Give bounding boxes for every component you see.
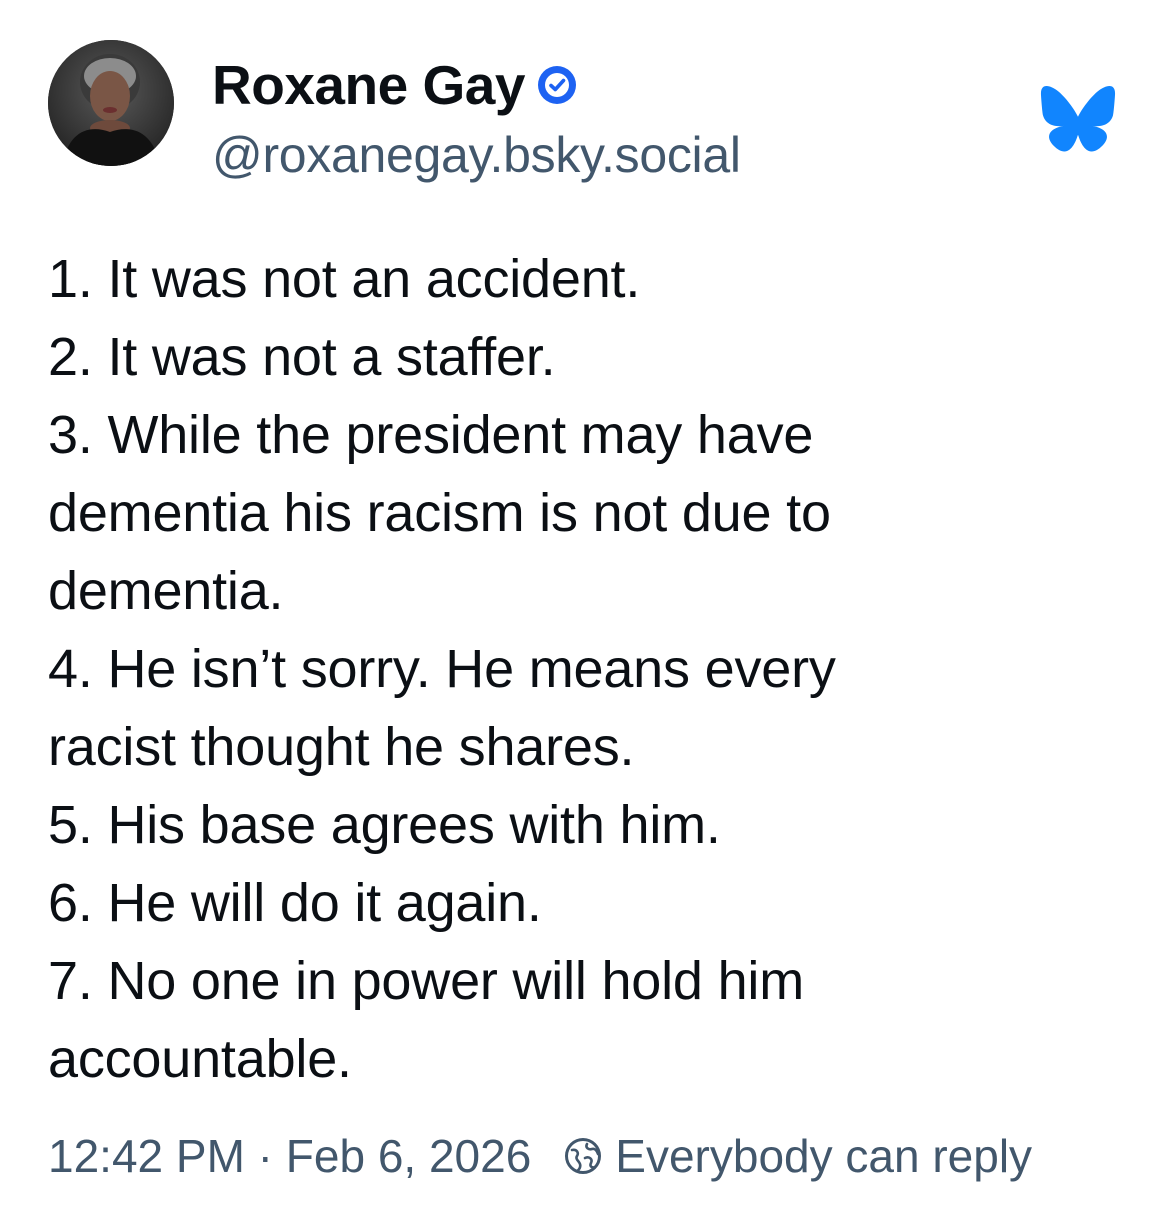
post-footer: 12:42 PM · Feb 6, 2026 Everybody can rep… [48,1124,1032,1188]
avatar[interactable] [48,40,174,166]
verified-check-icon [537,66,576,104]
post-line: 4. He isn’t sorry. He means every [48,639,836,699]
post-line: 2. It was not a staffer. [48,327,556,387]
post-timestamp[interactable]: 12:42 PM · Feb 6, 2026 [48,1129,531,1183]
post-line: 1. It was not an accident. [48,249,641,309]
reply-setting-label[interactable]: Everybody can reply [615,1129,1032,1183]
post-line: dementia his racism is not due to [48,483,831,543]
post-line: accountable. [48,1029,352,1089]
author-display-name[interactable]: Roxane Gay [212,53,525,117]
post-text: 1. It was not an accident. 2. It was not… [48,240,1128,1098]
author-handle[interactable]: @roxanegay.bsky.social [212,126,741,184]
post-line: 3. While the president may have [48,405,814,465]
avatar-photo [48,40,174,166]
post-line: dementia. [48,561,284,621]
author-name-row: Roxane Gay [212,50,577,120]
post-line: 6. He will do it again. [48,873,542,933]
post-header: Roxane Gay @roxanegay.bsky.social [0,0,1170,200]
post-line: 5. His base agrees with him. [48,795,721,855]
bluesky-butterfly-icon[interactable] [1040,86,1116,152]
post-line: racist thought he shares. [48,717,635,777]
post-line: 7. No one in power will hold him [48,951,804,1011]
globe-reply-icon [565,1138,602,1174]
